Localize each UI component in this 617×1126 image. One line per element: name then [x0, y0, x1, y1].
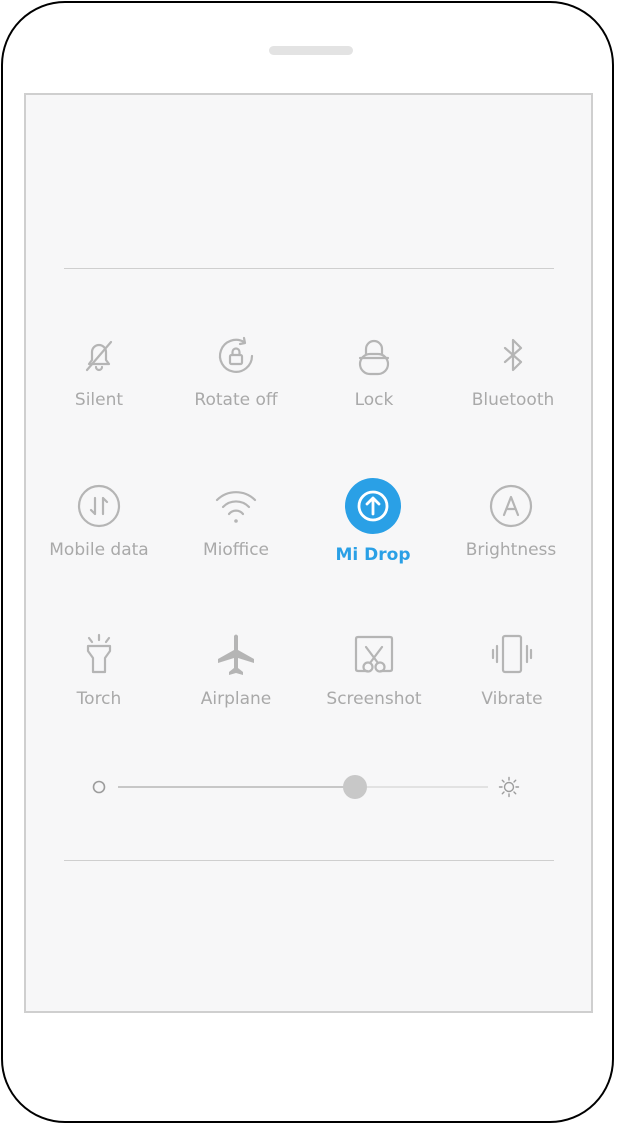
tile-screenshot[interactable]: Screenshot [305, 633, 443, 709]
tile-silent[interactable]: Silent [30, 334, 168, 410]
brightness-thumb[interactable] [342, 775, 367, 799]
airplane-icon [218, 634, 254, 675]
brightness-low-icon [92, 780, 106, 794]
tile-screenshot-label: Screenshot [326, 689, 422, 709]
mobile-data-icon [77, 484, 121, 528]
auto-brightness-icon [489, 484, 533, 528]
tile-mi-drop-label: Mi Drop [335, 545, 411, 565]
brightness-high-icon [498, 776, 520, 798]
tile-vibrate-label: Vibrate [481, 689, 543, 709]
tile-lock[interactable]: Lock [305, 334, 443, 410]
bell-off-icon [85, 340, 113, 372]
rotate-lock-icon [218, 336, 254, 373]
tile-lock-label: Lock [354, 390, 394, 410]
tile-airplane-label: Airplane [200, 689, 272, 709]
tile-mioffice[interactable]: Mioffice [167, 484, 305, 560]
tile-airplane[interactable]: Airplane [167, 633, 305, 709]
bottom-divider [64, 860, 554, 861]
tile-rotate-off[interactable]: Rotate off [167, 334, 305, 410]
tile-rotate-off-label: Rotate off [194, 390, 278, 410]
phone-speaker [269, 46, 353, 55]
wifi-icon [215, 491, 257, 523]
brightness-fill [118, 786, 355, 788]
screenshot-icon [354, 635, 394, 673]
tile-mioffice-label: Mioffice [202, 540, 270, 560]
top-divider [64, 268, 554, 269]
vibrate-icon [491, 634, 533, 674]
tile-vibrate[interactable]: Vibrate [443, 633, 581, 709]
torch-icon [86, 633, 112, 674]
tile-torch[interactable]: Torch [30, 633, 168, 709]
tile-brightness[interactable]: Brightness [442, 484, 580, 560]
tile-bluetooth[interactable]: Bluetooth [444, 334, 582, 410]
tile-silent-label: Silent [74, 390, 124, 410]
tile-brightness-label: Brightness [465, 540, 557, 560]
bluetooth-icon [503, 338, 523, 372]
mi-drop-icon [345, 478, 401, 534]
lock-icon [358, 339, 390, 376]
tile-mi-drop[interactable]: Mi Drop [304, 478, 442, 565]
brightness-slider[interactable] [80, 770, 540, 804]
tile-mobile-data[interactable]: Mobile data [30, 484, 168, 560]
tile-torch-label: Torch [76, 689, 122, 709]
tile-bluetooth-label: Bluetooth [471, 390, 555, 410]
tile-mobile-data-label: Mobile data [49, 540, 149, 560]
